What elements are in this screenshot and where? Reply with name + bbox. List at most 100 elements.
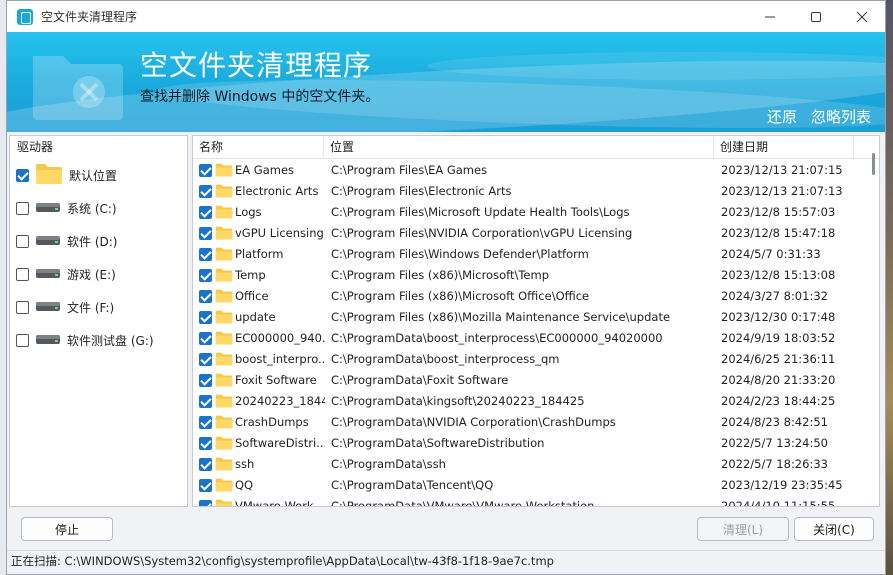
row-checkbox[interactable] (199, 458, 212, 471)
table-row[interactable]: boost_interpro... C:\ProgramData\boost_in… (193, 349, 873, 370)
header-banner: 空文件夹清理程序 查找并删除 Windows 中的空文件夹。 还原 忽略列表 (7, 32, 885, 132)
drive-item[interactable]: 文件 (F:) (10, 291, 187, 324)
ignore-list-link[interactable]: 忽略列表 (811, 106, 871, 127)
table-row[interactable]: Office C:\Program Files (x86)\Microsoft O… (193, 286, 873, 307)
empty-folder-list: 名称 位置 创建日期 EA Games C:\Program Files\EA G… (192, 135, 880, 507)
list-header: 名称 位置 创建日期 (193, 136, 879, 159)
scrollbar-thumb[interactable] (872, 153, 875, 175)
drive-label: 游戏 (E:) (67, 268, 116, 282)
table-row[interactable]: Logs C:\Program Files\Microsoft Update He… (193, 202, 873, 223)
row-checkbox[interactable] (199, 206, 212, 219)
row-checkbox[interactable] (199, 164, 212, 177)
row-checkbox[interactable] (199, 479, 212, 492)
drive-checkbox[interactable] (16, 334, 29, 347)
drive-item[interactable]: 系统 (C:) (10, 192, 187, 225)
table-row[interactable]: SoftwareDistri... C:\ProgramData\Software… (193, 433, 873, 454)
row-checkbox[interactable] (199, 227, 212, 240)
cell-date: 2023/12/13 21:07:13 (721, 184, 843, 198)
folder-icon (215, 352, 233, 366)
column-header-path[interactable]: 位置 (324, 136, 714, 159)
table-row[interactable]: Foxit Software C:\ProgramData\Foxit Softw… (193, 370, 873, 391)
table-row[interactable]: Temp C:\Program Files (x86)\Microsoft\Tem… (193, 265, 873, 286)
drive-item[interactable]: 默认位置 (10, 159, 187, 192)
cell-name: SoftwareDistri... (235, 436, 325, 450)
hard-drive-icon (35, 266, 61, 283)
cell-name: Temp (235, 268, 266, 282)
row-checkbox[interactable] (199, 248, 212, 261)
folder-icon (215, 247, 233, 261)
hard-drive-icon (35, 299, 61, 316)
banner-links: 还原 忽略列表 (767, 106, 871, 127)
cell-path: C:\Program Files\Electronic Arts (331, 184, 512, 198)
column-header-name[interactable]: 名称 (193, 136, 324, 159)
minimize-icon (765, 16, 775, 17)
cell-path: C:\ProgramData\NVIDIA Corporation\CrashD… (331, 415, 616, 429)
drive-label: 软件 (D:) (67, 235, 118, 249)
restore-link[interactable]: 还原 (767, 106, 797, 127)
cell-name: Foxit Software (235, 373, 317, 387)
cell-name: Logs (235, 205, 262, 219)
cell-date: 2023/12/13 21:07:15 (721, 163, 843, 177)
table-row[interactable]: EC000000_940... C:\ProgramData\boost_inte… (193, 328, 873, 349)
vertical-scrollbar[interactable] (867, 136, 879, 506)
row-checkbox[interactable] (199, 395, 212, 408)
table-row[interactable]: ssh C:\ProgramData\ssh 2022/5/7 18:26:33 (193, 454, 873, 475)
row-checkbox[interactable] (199, 185, 212, 198)
drive-item[interactable]: 软件 (D:) (10, 225, 187, 258)
drive-item[interactable]: 游戏 (E:) (10, 258, 187, 291)
cell-date: 2024/9/19 18:03:52 (721, 331, 836, 345)
window-title: 空文件夹清理程序 (41, 10, 138, 24)
cell-name: CrashDumps (235, 415, 309, 429)
table-row[interactable]: VMware Work... C:\ProgramData\VMware\VMwa… (193, 496, 873, 507)
cell-date: 2023/12/19 23:35:45 (721, 478, 843, 492)
maximize-button[interactable] (793, 1, 839, 32)
cell-path: C:\Program Files (x86)\Microsoft Office\… (331, 289, 590, 303)
cell-path: C:\Program Files\Windows Defender\Platfo… (331, 247, 589, 261)
table-row[interactable]: Electronic Arts C:\Program Files\Electron… (193, 181, 873, 202)
drive-panel-header: 驱动器 (17, 140, 54, 154)
row-checkbox[interactable] (199, 500, 212, 506)
table-row[interactable]: 20240223_1844... C:\ProgramData\kingsoft\… (193, 391, 873, 412)
app-icon (17, 8, 33, 25)
row-checkbox[interactable] (199, 290, 212, 303)
clean-button[interactable]: 清理(L) (697, 517, 789, 541)
row-checkbox[interactable] (199, 311, 212, 324)
drive-checkbox[interactable] (16, 202, 29, 215)
cell-name: EC000000_940... (235, 331, 325, 345)
table-row[interactable]: CrashDumps C:\ProgramData\NVIDIA Corporat… (193, 412, 873, 433)
drive-checkbox[interactable] (16, 235, 29, 248)
window-controls (747, 1, 885, 32)
cell-date: 2024/4/10 11:15:55 (721, 499, 836, 507)
row-checkbox[interactable] (199, 416, 212, 429)
close-window-button[interactable] (839, 1, 885, 32)
cell-date: 2022/5/7 13:24:50 (721, 436, 828, 450)
maximize-icon (811, 11, 821, 22)
drive-checkbox[interactable] (16, 268, 29, 281)
banner-subtitle: 查找并删除 Windows 中的空文件夹。 (140, 89, 380, 105)
drive-item[interactable]: 软件测试盘 (G:) (10, 324, 187, 357)
row-checkbox[interactable] (199, 353, 212, 366)
column-header-date[interactable]: 创建日期 (714, 136, 854, 159)
table-row[interactable]: update C:\Program Files (x86)\Mozilla Mai… (193, 307, 873, 328)
table-row[interactable]: Platform C:\Program Files\Windows Defende… (193, 244, 873, 265)
close-button[interactable]: 关闭(C) (794, 517, 874, 541)
stop-button[interactable]: 停止 (21, 517, 113, 541)
cell-path: C:\ProgramData\SoftwareDistribution (331, 436, 545, 450)
minimize-button[interactable] (747, 1, 793, 32)
drive-checkbox[interactable] (16, 169, 29, 182)
row-checkbox[interactable] (199, 332, 212, 345)
row-checkbox[interactable] (199, 437, 212, 450)
empty-folder-logo-icon (33, 56, 123, 120)
row-checkbox[interactable] (199, 269, 212, 282)
table-row[interactable]: EA Games C:\Program Files\EA Games 2023/12… (193, 160, 873, 181)
folder-icon (215, 499, 233, 506)
table-row[interactable]: QQ C:\ProgramData\Tencent\QQ 2023/12/19 23… (193, 475, 873, 496)
folder-icon (215, 205, 233, 219)
drive-label: 文件 (F:) (67, 301, 115, 315)
cell-date: 2024/8/23 8:42:51 (721, 415, 828, 429)
drive-checkbox[interactable] (16, 301, 29, 314)
folder-icon (215, 394, 233, 408)
table-row[interactable]: vGPU Licensing C:\Program Files\NVIDIA Co… (193, 223, 873, 244)
cell-name: Platform (235, 247, 284, 261)
row-checkbox[interactable] (199, 374, 212, 387)
